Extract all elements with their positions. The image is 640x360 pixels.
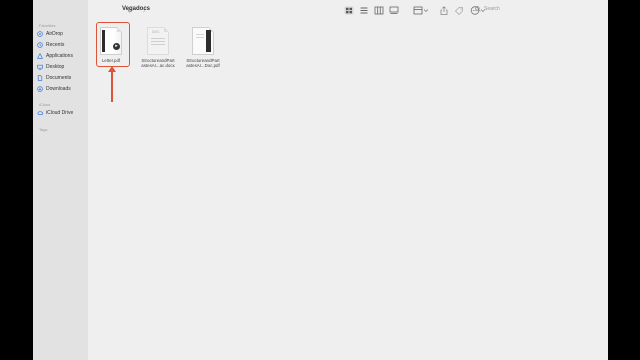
- list-view-icon[interactable]: [359, 6, 369, 15]
- file-item[interactable]: StructureandPart astesAr...Doc.pdf: [180, 27, 226, 68]
- finder-window: Favorites AirDrop Recents Applications D…: [33, 0, 608, 360]
- sidebar-section-icloud: iCloud: [39, 102, 51, 107]
- pdf-file-icon: [192, 27, 214, 55]
- file-name: StructureandPart astesAr...ac.docx: [141, 58, 175, 68]
- sidebar-item-icloud-drive[interactable]: iCloud Drive: [37, 108, 85, 117]
- docx-file-icon: DOC: [147, 27, 169, 55]
- selection-highlight: [96, 22, 130, 67]
- gallery-view-icon[interactable]: [389, 6, 399, 15]
- documents-icon: [37, 74, 43, 81]
- file-item[interactable]: DOC StructureandPart astesAr...ac.docx: [135, 27, 181, 68]
- sidebar-item-label: AirDrop: [46, 30, 63, 37]
- applications-icon: [37, 52, 43, 59]
- sidebar-item-label: iCloud Drive: [46, 109, 74, 116]
- sidebar-item-label: Applications: [46, 52, 73, 59]
- file-browser: ▸ Letter.pdf DOC StructureandPart astesA…: [88, 22, 608, 360]
- sidebar-item-label: Downloads: [46, 85, 71, 92]
- share-icon[interactable]: [439, 6, 449, 15]
- downloads-icon: [37, 85, 43, 92]
- docx-badge: DOC: [152, 30, 160, 34]
- sidebar-item-desktop[interactable]: Desktop: [37, 62, 85, 71]
- search-field[interactable]: Search: [475, 6, 500, 12]
- search-placeholder: Search: [484, 6, 500, 12]
- icloud-icon: [37, 110, 43, 115]
- file-name: StructureandPart astesAr...Doc.pdf: [186, 58, 220, 68]
- sidebar-item-label: Recents: [46, 41, 65, 48]
- sidebar-item-applications[interactable]: Applications: [37, 51, 85, 60]
- toolbar: ‹ › Vegadocs Search: [88, 0, 608, 22]
- window-title: Vegadocs: [122, 6, 151, 12]
- search-icon: [475, 6, 481, 12]
- sidebar: Favorites AirDrop Recents Applications D…: [33, 0, 88, 360]
- tag-icon[interactable]: [454, 6, 464, 15]
- pointer-arrow: [111, 70, 113, 102]
- sidebar-item-label: Desktop: [46, 63, 65, 70]
- recents-icon: [37, 41, 43, 48]
- sidebar-section-favorites: Favorites: [39, 23, 56, 28]
- sidebar-section-tags: Tags: [39, 127, 48, 132]
- icon-view-icon[interactable]: [344, 6, 354, 15]
- group-by-icon[interactable]: [413, 6, 429, 15]
- sidebar-item-label: Documents: [46, 74, 72, 81]
- sidebar-item-airdrop[interactable]: AirDrop: [37, 29, 85, 38]
- airdrop-icon: [37, 30, 43, 37]
- sidebar-item-downloads[interactable]: Downloads: [37, 84, 85, 93]
- sidebar-item-documents[interactable]: Documents: [37, 73, 85, 82]
- sidebar-item-recents[interactable]: Recents: [37, 40, 85, 49]
- desktop-icon: [37, 64, 43, 70]
- column-view-icon[interactable]: [374, 6, 384, 15]
